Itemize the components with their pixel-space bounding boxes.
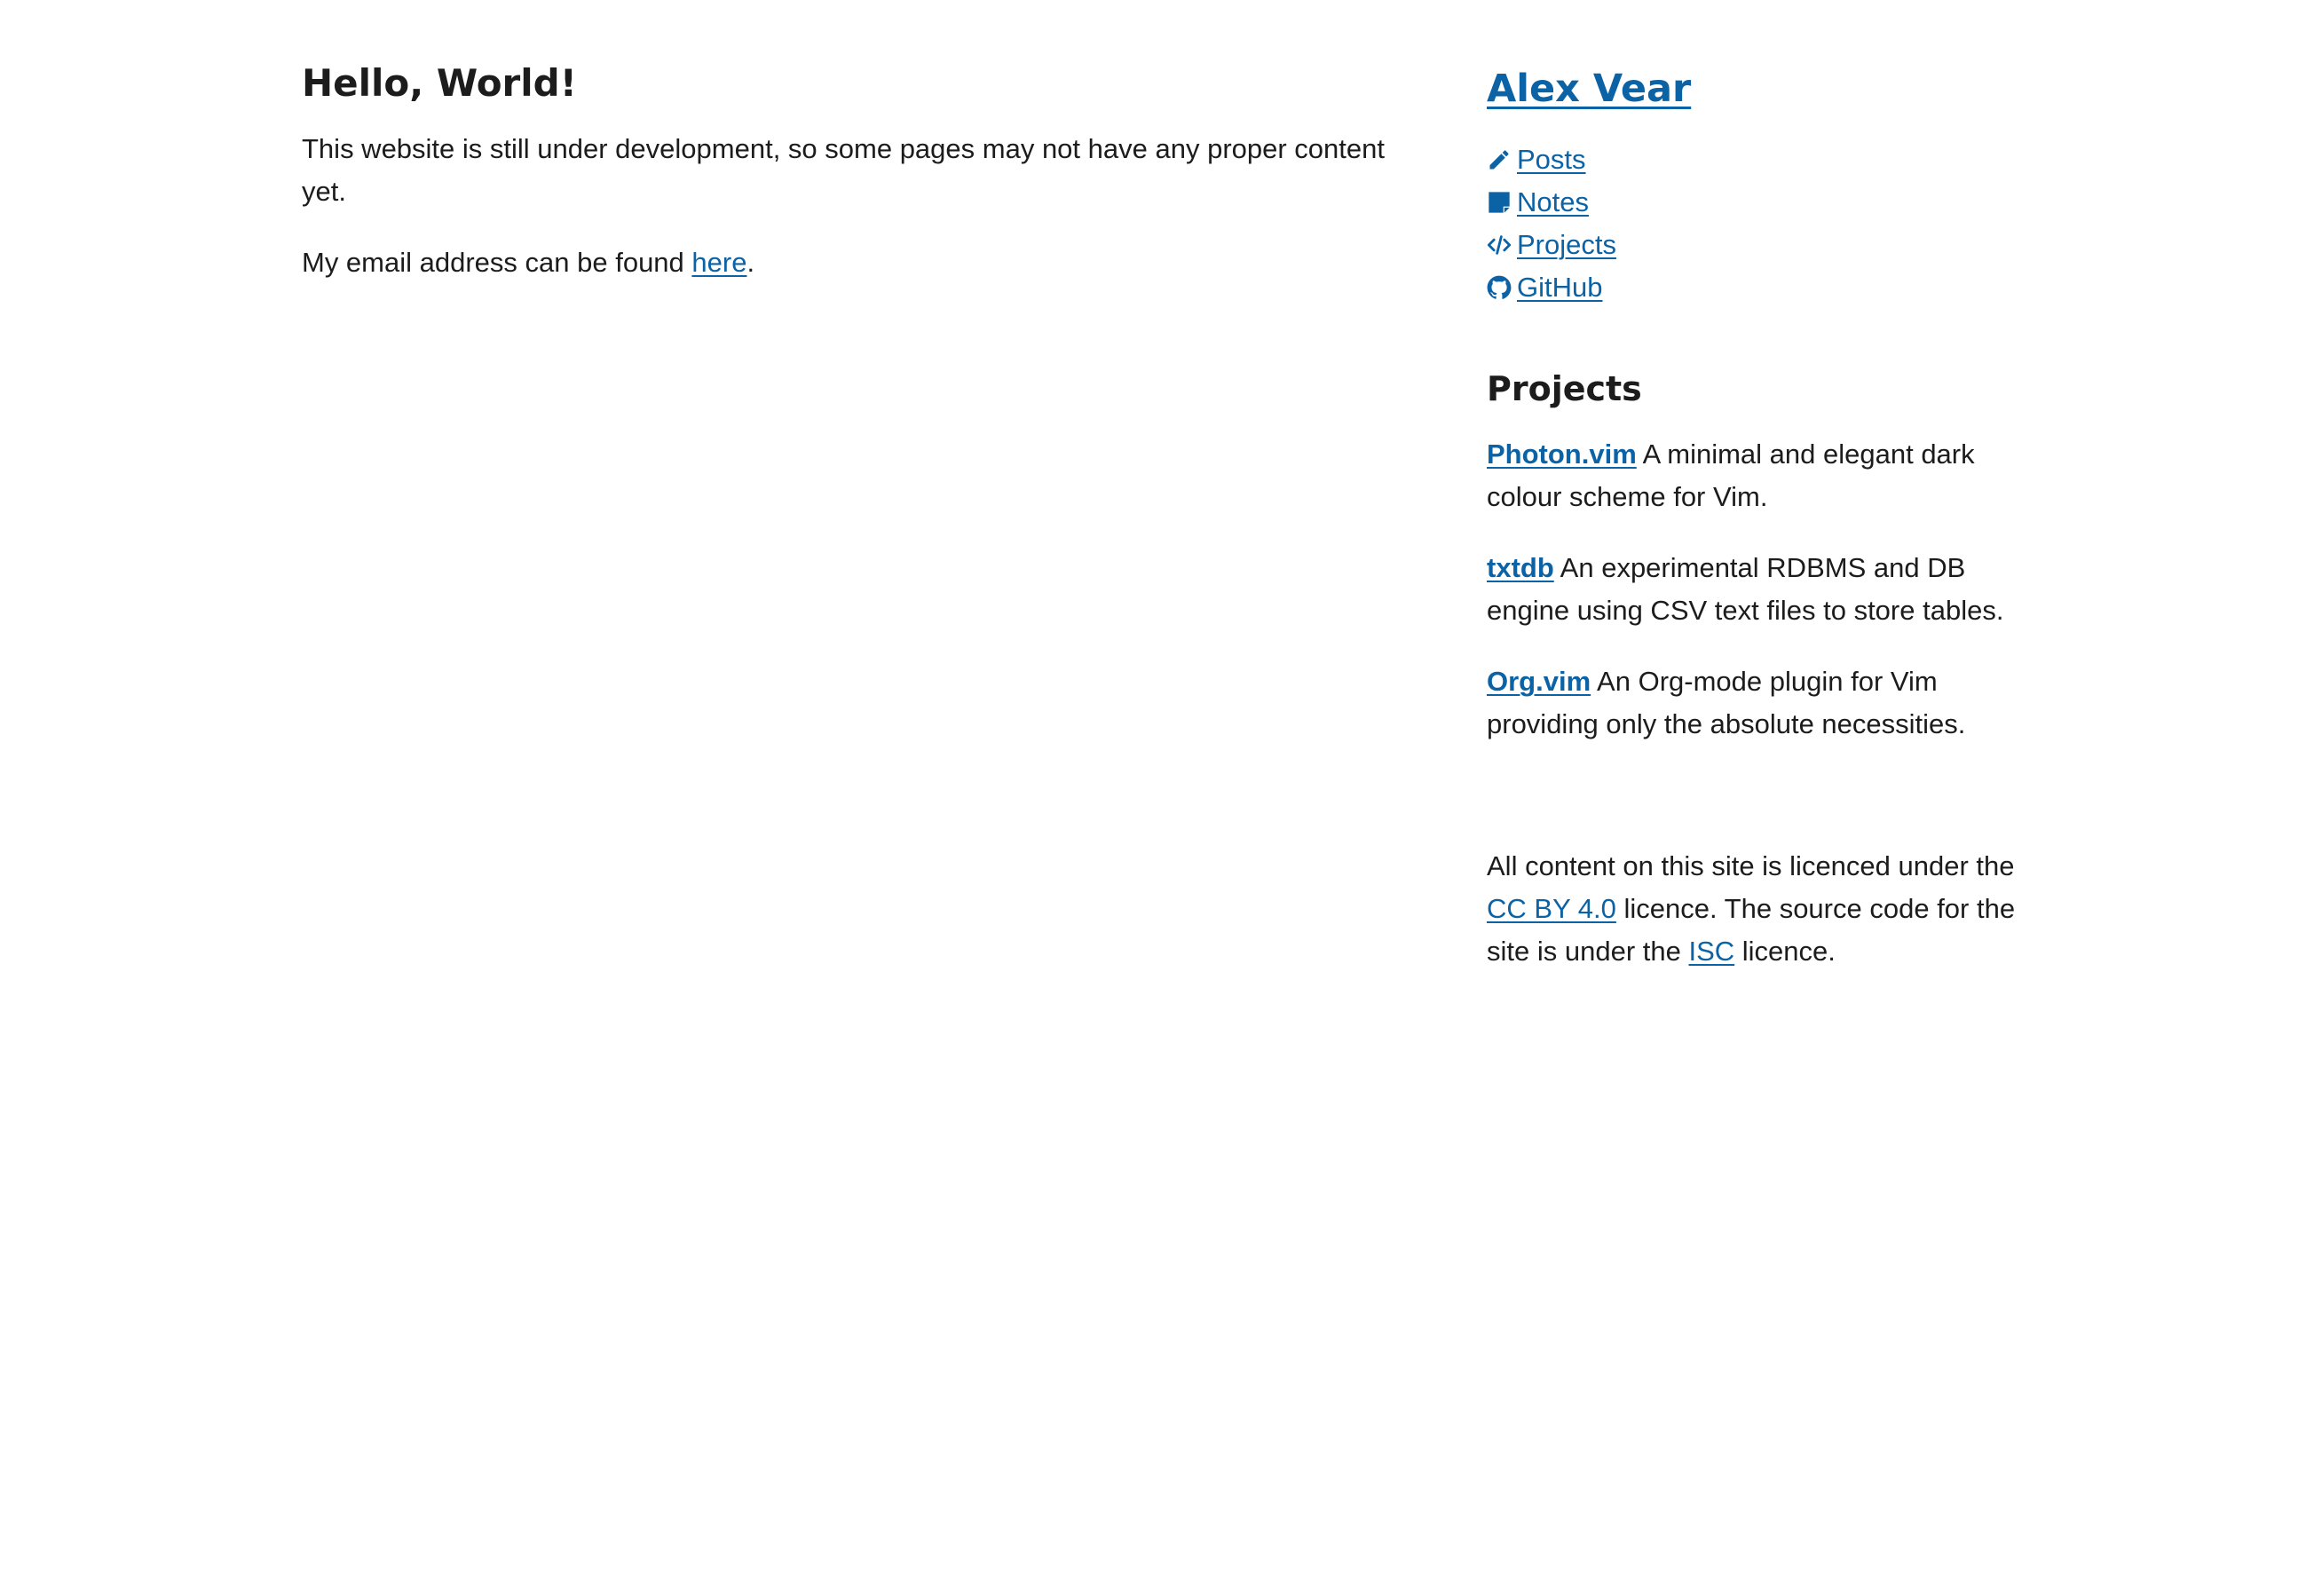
license-notice: All content on this site is licenced und… bbox=[1487, 845, 2019, 973]
cc-by-link[interactable]: CC BY 4.0 bbox=[1487, 893, 1616, 924]
email-link[interactable]: here bbox=[691, 247, 746, 278]
email-text: My email address can be found bbox=[302, 247, 692, 278]
sticky-note-icon bbox=[1489, 192, 1510, 213]
github-icon bbox=[1487, 275, 1512, 299]
pencil-icon bbox=[1489, 150, 1509, 170]
intro-paragraph: This website is still under development,… bbox=[302, 133, 1385, 207]
nav-link-projects[interactable]: Projects bbox=[1487, 224, 1616, 266]
license-suffix: licence. bbox=[1734, 936, 1836, 967]
nav-label-notes: Notes bbox=[1517, 186, 1589, 217]
project-link-photon[interactable]: Photon.vim bbox=[1487, 439, 1637, 470]
site-title-link[interactable]: Alex Vear bbox=[1487, 67, 1691, 111]
nav-item-notes: Notes bbox=[1487, 181, 2019, 224]
isc-link[interactable]: ISC bbox=[1688, 936, 1734, 967]
projects-heading: Projects bbox=[1487, 369, 1642, 408]
sidebar: Alex Vear Posts Notes Projects GitHub Pr… bbox=[1487, 53, 2019, 1000]
nav-link-github[interactable]: GitHub bbox=[1487, 266, 1602, 309]
email-paragraph: My email address can be found here. bbox=[302, 241, 1385, 284]
project-link-orgvim[interactable]: Org.vim bbox=[1487, 666, 1591, 697]
license-prefix: All content on this site is licenced und… bbox=[1487, 850, 2015, 881]
nav-label-posts: Posts bbox=[1517, 144, 1586, 175]
main-content: Hello, World! This website is still unde… bbox=[302, 53, 1385, 312]
project-item: Org.vim An Org-mode plugin for Vim provi… bbox=[1487, 660, 2019, 746]
nav-item-projects: Projects bbox=[1487, 224, 2019, 266]
nav-label-projects: Projects bbox=[1517, 229, 1616, 260]
code-icon bbox=[1487, 235, 1512, 255]
project-item: Photon.vim A minimal and elegant dark co… bbox=[1487, 433, 2019, 518]
sidebar-nav: Posts Notes Projects GitHub bbox=[1487, 138, 2019, 309]
nav-link-posts[interactable]: Posts bbox=[1487, 138, 1586, 181]
project-description: An experimental RDBMS and DB engine usin… bbox=[1487, 552, 2004, 626]
nav-item-posts: Posts bbox=[1487, 138, 2019, 181]
email-suffix: . bbox=[746, 247, 755, 278]
project-item: txtdb An experimental RDBMS and DB engin… bbox=[1487, 547, 2019, 632]
nav-item-github: GitHub bbox=[1487, 266, 2019, 309]
project-link-txtdb[interactable]: txtdb bbox=[1487, 552, 1554, 583]
nav-link-notes[interactable]: Notes bbox=[1487, 181, 1589, 224]
site-title: Alex Vear bbox=[1487, 60, 2019, 117]
page-title: Hello, World! bbox=[302, 61, 577, 105]
nav-label-github: GitHub bbox=[1517, 272, 1603, 303]
